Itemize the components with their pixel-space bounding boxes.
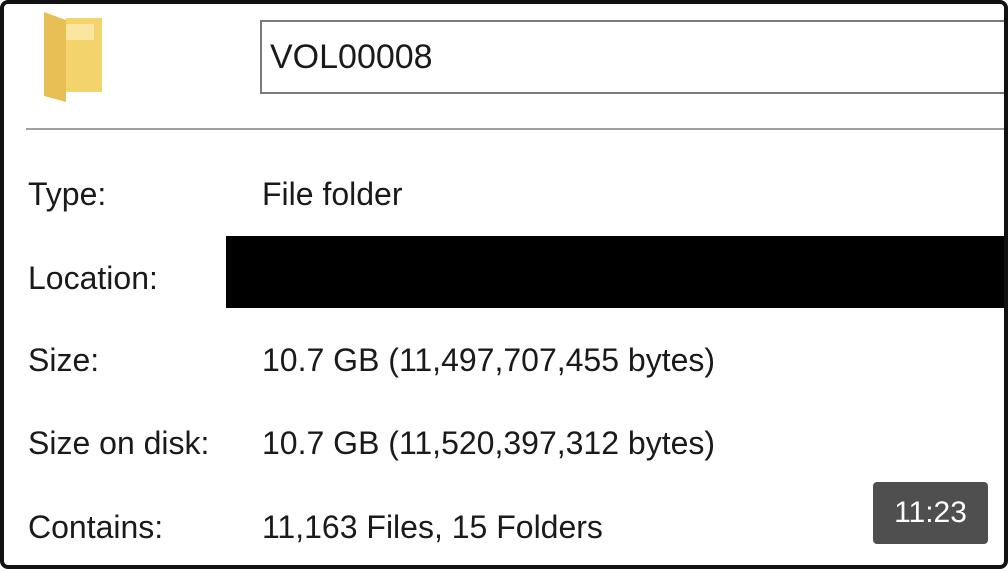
folder-name-input[interactable] [262,22,1008,92]
video-timestamp-badge: 11:23 [873,482,988,544]
type-value: File folder [262,176,403,212]
size-on-disk-label: Size on disk: [28,425,210,461]
size-label: Size: [28,342,100,378]
contains-label: Contains: [28,509,164,545]
folder-icon [36,10,108,102]
size-value: 10.7 GB (11,497,707,455 bytes) [262,342,716,378]
size-on-disk-value: 10.7 GB (11,520,397,312 bytes) [262,425,716,461]
contains-value: 11,163 Files, 15 Folders [262,509,603,545]
folder-name-field[interactable] [260,20,1008,94]
location-value-redacted [226,236,1008,308]
location-label: Location: [28,260,158,296]
type-label: Type: [28,176,107,212]
divider [26,128,1008,130]
